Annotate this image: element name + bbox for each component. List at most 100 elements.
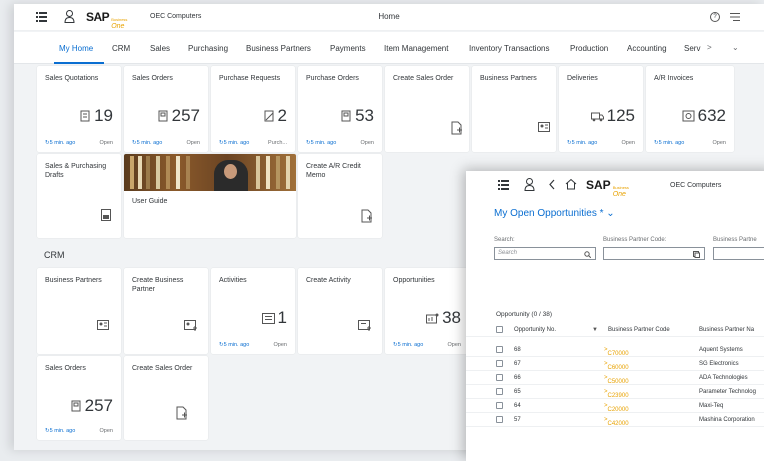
bp-code-link[interactable]: > C50000 <box>604 375 629 385</box>
table-row[interactable]: 67 > C60000 SG Electronics <box>466 357 764 371</box>
tile-crm-create-sales-order[interactable]: Create Sales Order <box>124 356 208 440</box>
bp-name: SG Electronics <box>699 361 739 367</box>
opportunity-icon <box>426 313 439 323</box>
brand-sub-text: One <box>111 23 125 30</box>
row-checkbox[interactable] <box>496 360 503 367</box>
tile-create-activity[interactable]: Create Activity <box>298 268 382 354</box>
search-icon[interactable] <box>584 251 591 258</box>
row-checkbox[interactable] <box>496 346 503 353</box>
table-row[interactable]: 64 > C20000 Maxi-Teq <box>466 399 764 413</box>
tile-business-partners[interactable]: Business Partners <box>472 66 556 152</box>
draft-icon <box>101 209 111 221</box>
grid-header-row: Opportunity No. ▼ Business Partner Code … <box>466 323 764 337</box>
select-all-checkbox[interactable] <box>496 326 503 333</box>
tile-refresh: ↻5 min. ago <box>45 140 76 146</box>
tab-purchasing[interactable]: Purchasing <box>188 44 228 53</box>
tile-refresh: ↻5 min. ago <box>219 342 250 348</box>
tile-status: Open <box>360 140 374 146</box>
tab-item-management[interactable]: Item Management <box>384 44 448 53</box>
column-header-bp-code[interactable]: Business Partner Code <box>608 327 670 333</box>
overflow-icon[interactable] <box>730 12 740 22</box>
search-input[interactable]: Search <box>494 247 596 260</box>
tile-create-ar-credit-memo[interactable]: Create A/R Credit Memo <box>298 154 382 238</box>
column-header-bp-name[interactable]: Business Partner Na <box>699 327 754 333</box>
tab-crm[interactable]: CRM <box>112 44 130 53</box>
tab-accounting[interactable]: Accounting <box>627 44 667 53</box>
row-checkbox[interactable] <box>496 416 503 423</box>
tab-my-home[interactable]: My Home <box>59 44 93 53</box>
reader-face <box>224 164 237 179</box>
bp-code-field[interactable] <box>603 247 705 260</box>
tile-title: Create Sales Order <box>393 75 454 82</box>
tile-count-value: 632 <box>697 106 726 125</box>
variant-title[interactable]: My Open Opportunities * ⌄ <box>494 208 615 219</box>
document-icon <box>80 110 90 122</box>
tile-purchase-requests[interactable]: Purchase Requests 2 ↻5 min. ago Purch... <box>211 66 295 152</box>
tab-bar: My Home CRM Sales Purchasing Business Pa… <box>14 32 764 64</box>
bp-code-link[interactable]: > C20000 <box>604 403 629 413</box>
chevron-down-icon[interactable]: ⌄ <box>606 208 614 219</box>
tile-sales-purchasing-drafts[interactable]: Sales & Purchasing Drafts <box>37 154 121 238</box>
search-placeholder: Search <box>498 250 518 256</box>
tile-status: Open <box>621 140 635 146</box>
tab-business-partners[interactable]: Business Partners <box>246 44 311 53</box>
tile-title: Activities <box>219 277 247 284</box>
row-checkbox[interactable] <box>496 402 503 409</box>
bp-name-field[interactable] <box>713 247 764 260</box>
variant-title-text: My Open Opportunities * <box>494 208 604 219</box>
tile-create-business-partner[interactable]: Create Business Partner <box>124 268 208 354</box>
column-header-opportunity-no[interactable]: Opportunity No. <box>514 327 556 333</box>
tile-crm-sales-orders[interactable]: Sales Orders 257 ↻5 min. ago Open <box>37 356 121 440</box>
home-icon[interactable] <box>565 178 577 190</box>
back-icon[interactable] <box>548 179 556 190</box>
tile-refresh-text: 5 min. ago <box>49 140 76 146</box>
tile-count-value: 38 <box>442 308 461 327</box>
value-help-icon[interactable] <box>693 251 700 258</box>
chevron-down-icon[interactable]: ⌄ <box>732 43 739 52</box>
bp-code-link[interactable]: > C60000 <box>604 361 629 371</box>
tab-sales[interactable]: Sales <box>150 44 170 53</box>
tile-ar-invoices[interactable]: A/R Invoices 632 ↻5 min. ago Open <box>646 66 734 152</box>
panel-shell-bar: SAP Business One OEC Computers <box>466 171 764 199</box>
tile-sales-orders[interactable]: Sales Orders 257 ↻5 min. ago Open <box>124 66 208 152</box>
tile-count: 53 <box>341 106 374 126</box>
tile-purchase-orders[interactable]: Purchase Orders 53 ↻5 min. ago Open <box>298 66 382 152</box>
tile-title: Deliveries <box>567 75 598 82</box>
table-row[interactable]: 68 > C70000 Aquent Systems <box>466 343 764 357</box>
row-checkbox[interactable] <box>496 374 503 381</box>
table-row[interactable]: 66 > C50000 ADA Technologies <box>466 371 764 385</box>
tile-opportunities[interactable]: Opportunities 38 ↻5 min. ago Open <box>385 268 469 354</box>
tile-title: Create Activity <box>306 277 351 284</box>
tile-refresh: ↻5 min. ago <box>45 428 76 434</box>
tile-status: Open <box>447 342 461 348</box>
tab-scroll-right-icon[interactable]: > <box>707 43 712 52</box>
book-spine <box>166 156 170 189</box>
bp-code-link[interactable]: > C42000 <box>604 417 629 427</box>
table-row[interactable]: 65 > C23900 Parameter Technolog <box>466 385 764 399</box>
tile-title: Sales & Purchasing Drafts <box>45 163 107 179</box>
tab-payments[interactable]: Payments <box>330 44 366 53</box>
tab-inventory-transactions[interactable]: Inventory Transactions <box>469 44 549 53</box>
tile-refresh: ↻5 min. ago <box>567 140 598 146</box>
bp-code-link[interactable]: > C70000 <box>604 347 629 357</box>
tile-create-sales-order[interactable]: Create Sales Order <box>385 66 469 152</box>
tile-activities[interactable]: Activities 1 ↻5 min. ago Open <box>211 268 295 354</box>
tab-service[interactable]: Serv <box>684 44 700 53</box>
book-spine <box>266 156 270 189</box>
tab-production[interactable]: Production <box>570 44 608 53</box>
book-spine <box>138 156 142 189</box>
tile-crm-business-partners[interactable]: Business Partners <box>37 268 121 354</box>
tile-count: 38 <box>426 308 461 328</box>
table-row[interactable]: 57 > C42000 Mashina Corporation <box>466 413 764 427</box>
sort-desc-icon[interactable]: ▼ <box>592 327 598 333</box>
bp-code-label: Business Partner Code: <box>603 237 667 243</box>
row-checkbox[interactable] <box>496 388 503 395</box>
menu-icon[interactable] <box>498 180 509 190</box>
sales-order-icon <box>158 110 168 122</box>
tile-deliveries[interactable]: Deliveries 125 ↻5 min. ago Open <box>559 66 643 152</box>
tile-user-guide[interactable]: User Guide <box>124 154 296 238</box>
help-icon[interactable]: ? <box>710 12 720 22</box>
user-icon[interactable] <box>524 178 535 191</box>
tile-sales-quotations[interactable]: Sales Quotations 19 ↻5 min. ago Open <box>37 66 121 152</box>
bp-code-link[interactable]: > C23900 <box>604 389 629 399</box>
